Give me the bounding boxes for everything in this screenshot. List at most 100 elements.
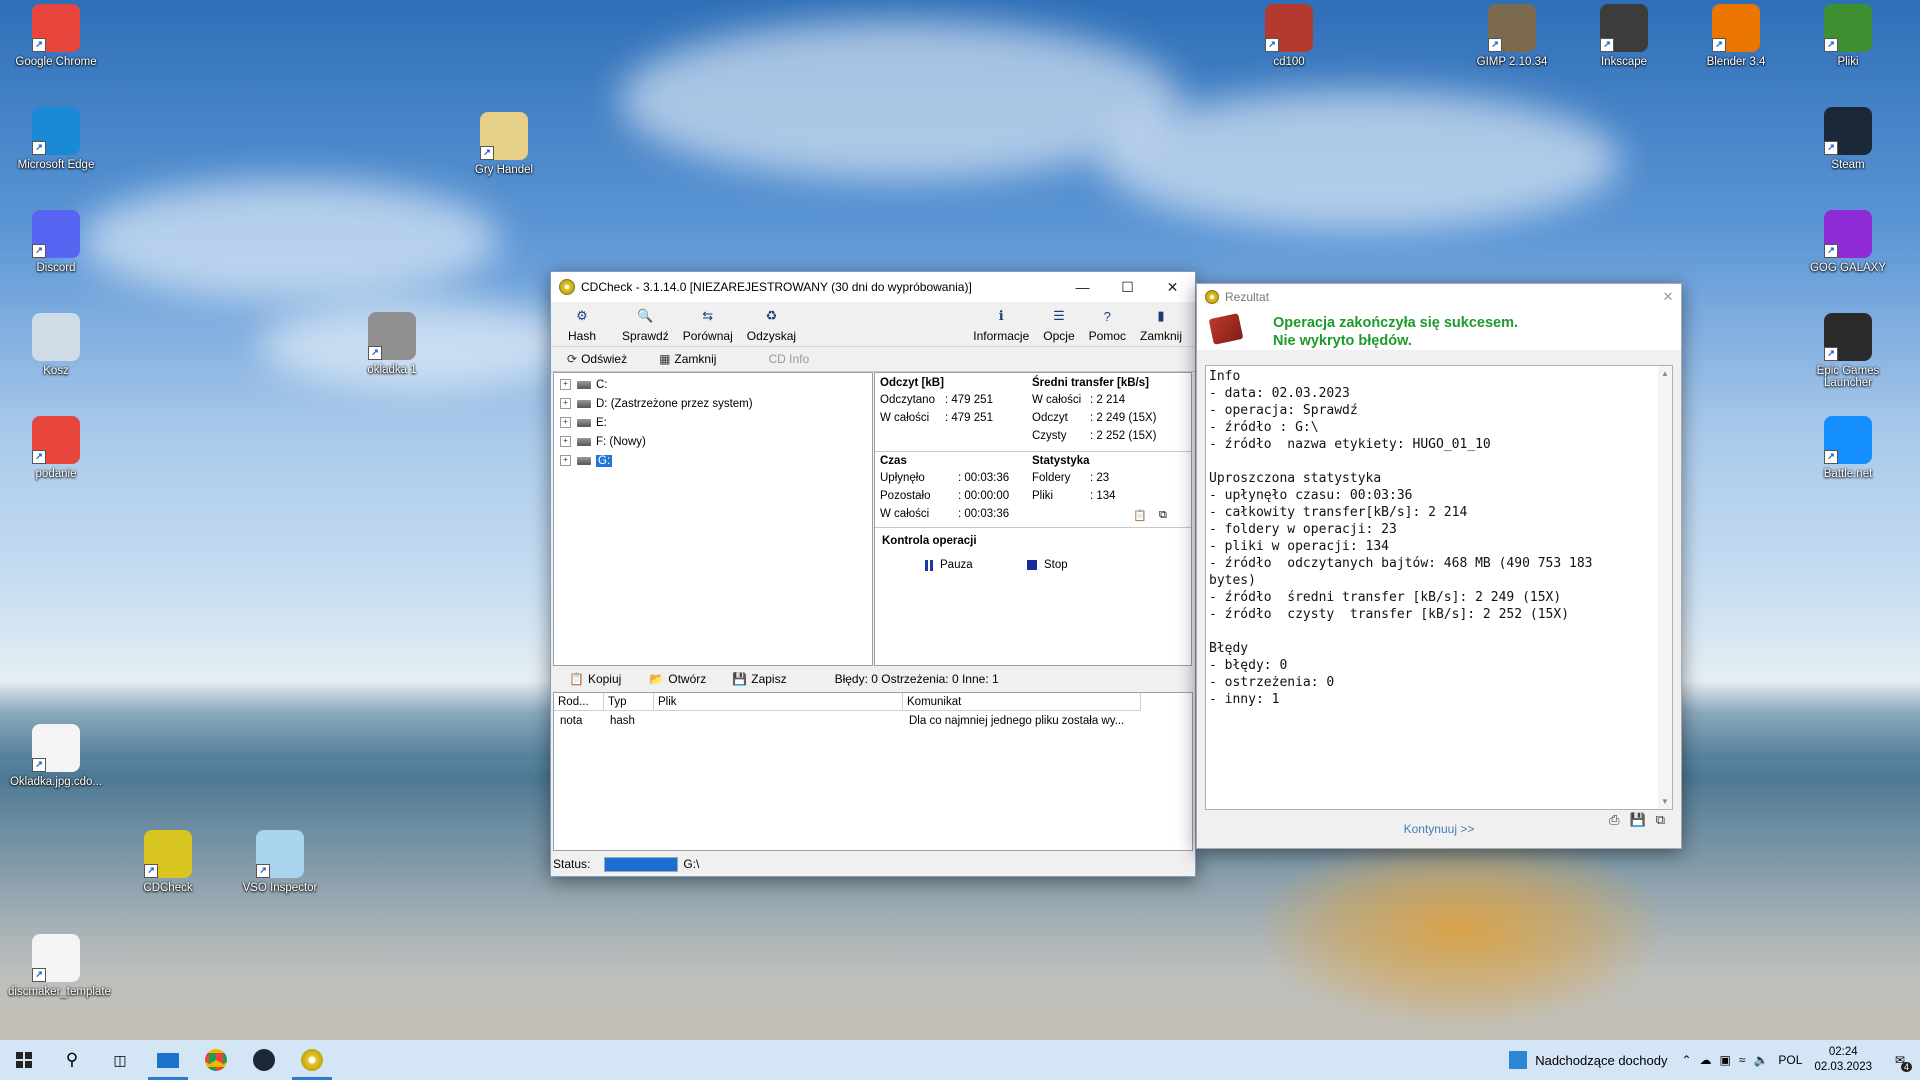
report-line: Błędy — [1209, 641, 1249, 656]
cell-kind: nota — [560, 715, 583, 727]
cdcheck-titlebar[interactable]: CDCheck - 3.1.14.0 [NIEZAREJESTROWANY (3… — [551, 272, 1195, 302]
stop-button[interactable]: Stop — [1027, 559, 1068, 571]
help-button[interactable]: ? Pomoc — [1082, 299, 1133, 346]
continue-button[interactable]: Kontynuuj >> — [1197, 822, 1681, 836]
col-kind-header[interactable]: Rod... — [554, 693, 604, 711]
refresh-button[interactable]: ⟳ Odśwież — [551, 352, 635, 366]
desktop-icon-vso-inspector[interactable]: ↗ VSO Inspector — [232, 830, 328, 894]
copy-button[interactable]: 📋 Kopiuj — [569, 672, 621, 686]
desktop-icon-steam[interactable]: ↗ Steam — [1800, 107, 1896, 171]
shortcut-arrow-icon: ↗ — [32, 244, 46, 258]
desktop-icon-edge[interactable]: ↗ Microsoft Edge — [8, 107, 104, 171]
desktop-icon-discord[interactable]: ↗ Discord — [8, 210, 104, 274]
report-line: - upłynęło czasu: 00:03:36 — [1209, 488, 1413, 503]
desktop-icon-inkscape[interactable]: ↗ Inkscape — [1576, 4, 1672, 68]
system-tray: Nadchodzące dochody ⌃ ☁ ▣ ≈ 🔈 POL 02:24 … — [1509, 1040, 1920, 1080]
open-button[interactable]: 📂 Otwórz — [649, 672, 706, 686]
taskbar-chrome[interactable] — [192, 1040, 240, 1080]
wifi-icon[interactable]: ≈ — [1739, 1053, 1746, 1067]
shortcut-arrow-icon: ↗ — [1824, 244, 1838, 258]
report-scrollbar[interactable]: ▲ ▼ — [1658, 366, 1672, 809]
desktop-icon-okladka-jpg[interactable]: ↗ Okladka.jpg.cdo... — [8, 724, 104, 788]
desktop-icon-label: okladka 1 — [367, 364, 417, 376]
onedrive-icon[interactable]: ☁ — [1700, 1053, 1712, 1067]
desktop-icon-podanie[interactable]: ↗ podanie — [8, 416, 104, 480]
language-indicator[interactable]: POL — [1778, 1053, 1802, 1067]
tree-item-drive[interactable]: + C: — [554, 375, 872, 394]
desktop-icon-cd100[interactable]: ↗ cd100 — [1241, 4, 1337, 68]
stats-panel: Odczyt [kB] Odczytano : 479 251 W całośc… — [874, 372, 1192, 666]
check-button[interactable]: 🔍 Sprawdź — [615, 299, 676, 346]
desktop-icon-pliki[interactable]: ↗ Pliki — [1800, 4, 1896, 68]
okladka-jpg-icon: ↗ — [32, 724, 80, 772]
tree-item-drive[interactable]: + G: — [554, 451, 872, 470]
drive-icon — [577, 437, 591, 446]
tree-item-drive[interactable]: + D: (Zastrzeżone przez system) — [554, 394, 872, 413]
result-titlebar[interactable]: Rezultat ✕ — [1197, 284, 1681, 310]
pause-button[interactable]: Pauza — [925, 559, 973, 571]
cell-file — [654, 713, 905, 729]
report-line: - całkowity transfer[kB/s]: 2 214 — [1209, 505, 1468, 520]
action-center-button[interactable]: ✉ 4 — [1886, 1046, 1914, 1074]
result-close-button[interactable]: ✕ — [1655, 289, 1681, 305]
minimize-button[interactable]: — — [1060, 272, 1105, 302]
tree-item-drive[interactable]: + E: — [554, 413, 872, 432]
scroll-up-icon[interactable]: ▲ — [1658, 369, 1672, 378]
result-report[interactable]: Info - data: 02.03.2023 - operacja: Sprawd… — [1205, 365, 1673, 810]
desktop-icon-blender[interactable]: ↗ Blender 3.4 — [1688, 4, 1784, 68]
discmaker-template-icon: ↗ — [32, 934, 80, 982]
report-line: - foldery w operacji: 23 — [1209, 522, 1397, 537]
close-tree-button[interactable]: ▦ Zamknij — [643, 352, 724, 366]
start-button[interactable] — [0, 1040, 48, 1080]
desktop-icon-label: Pliki — [1837, 56, 1859, 68]
hash-button[interactable]: ⚙ Hash — [561, 299, 603, 346]
close-button[interactable]: ✕ — [1150, 272, 1195, 302]
clock[interactable]: 02:24 02.03.2023 — [1814, 1045, 1872, 1075]
transfer-total-value: : 2 214 — [1090, 394, 1126, 406]
duplicate-icon[interactable]: ⧉ — [1159, 509, 1167, 522]
desktop-icon-discmaker-template[interactable]: ↗ discmaker_template — [8, 934, 111, 998]
expand-icon[interactable]: + — [560, 379, 571, 390]
desktop-icon-gog-galaxy[interactable]: ↗ GOG GALAXY — [1800, 210, 1896, 274]
desktop-icon-okladka-1[interactable]: ↗ okladka 1 — [344, 312, 440, 376]
volume-icon[interactable]: 🔈 — [1753, 1053, 1768, 1067]
expand-icon[interactable]: + — [560, 398, 571, 409]
desktop-icon-recycle-bin[interactable]: Kosz — [8, 313, 104, 377]
maximize-button[interactable]: ☐ — [1105, 272, 1150, 302]
col-type-header[interactable]: Typ — [604, 693, 654, 711]
desktop-icon-chrome[interactable]: ↗ Google Chrome — [8, 4, 104, 68]
cd-info-button[interactable]: CD Info — [768, 352, 809, 366]
recover-button[interactable]: ♻ Odzyskaj — [740, 299, 803, 346]
expand-icon[interactable]: + — [560, 436, 571, 447]
copy-stats-icon[interactable]: 📋 — [1133, 509, 1147, 522]
desktop-icon-gimp[interactable]: ↗ GIMP 2.10.34 — [1464, 4, 1560, 68]
desktop-icon-label: Kosz — [43, 365, 69, 377]
scroll-down-icon[interactable]: ▼ — [1658, 797, 1672, 806]
desktop-icon-gry-handel[interactable]: ↗ Gry Handel — [456, 112, 552, 176]
security-icon[interactable]: ▣ — [1720, 1053, 1731, 1067]
desktop-icon-cdcheck[interactable]: ↗ CDCheck — [120, 830, 216, 894]
check-icon: 🔍 — [637, 308, 654, 323]
tray-notification-text[interactable]: Nadchodzące dochody — [1535, 1053, 1667, 1068]
save-button[interactable]: 💾 Zapisz — [732, 672, 786, 686]
col-message-header[interactable]: Komunikat — [903, 693, 1141, 711]
desktop-icon-battle-net[interactable]: ↗ Battle.net — [1800, 416, 1896, 480]
task-view-icon: ◫ — [113, 1051, 127, 1068]
files-label: Pliki — [1032, 490, 1054, 502]
taskbar-cdcheck[interactable] — [288, 1040, 336, 1080]
folders-label: Foldery — [1032, 472, 1071, 484]
compare-button[interactable]: ⇆ Porównaj — [676, 299, 740, 346]
expand-icon[interactable]: + — [560, 455, 571, 466]
search-button[interactable]: ⚲ — [48, 1040, 96, 1080]
expand-icon[interactable]: + — [560, 417, 571, 428]
info-button[interactable]: ℹ Informacje — [966, 299, 1036, 346]
task-view-button[interactable]: ◫ — [96, 1040, 144, 1080]
exit-button[interactable]: ▮ Zamknij — [1133, 299, 1189, 346]
chevron-up-icon[interactable]: ⌃ — [1681, 1053, 1691, 1067]
taskbar-mail[interactable] — [144, 1040, 192, 1080]
col-file-header[interactable]: Plik — [654, 693, 903, 711]
desktop-icon-epic-games[interactable]: ↗ Epic Games Launcher — [1800, 313, 1896, 389]
tree-item-drive[interactable]: + F: (Nowy) — [554, 432, 872, 451]
options-button[interactable]: ☰ Opcje — [1036, 299, 1081, 346]
taskbar-steam[interactable] — [240, 1040, 288, 1080]
